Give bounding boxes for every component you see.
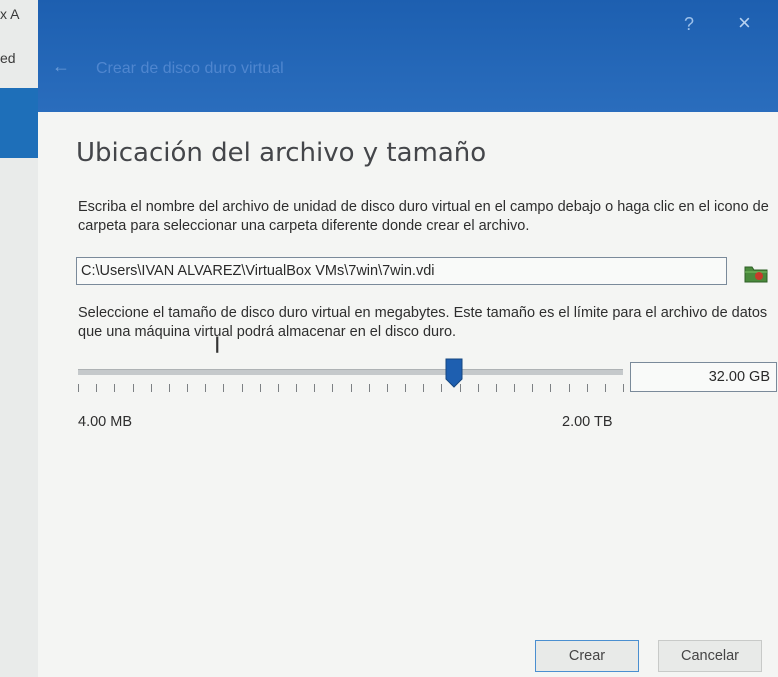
create-button[interactable]: Crear <box>535 640 639 672</box>
slider-tick <box>568 384 570 392</box>
slider-tick <box>187 384 188 392</box>
slider-tick <box>277 384 279 392</box>
slider-tick <box>132 384 134 392</box>
slider-tick <box>114 384 116 392</box>
page-title: Ubicación del archivo y tamaño <box>76 138 487 168</box>
slider-tick <box>368 384 370 392</box>
size-slider-ticks <box>78 384 624 396</box>
slider-tick <box>259 384 261 392</box>
file-path-input[interactable] <box>76 257 727 285</box>
slider-tick <box>296 384 297 392</box>
slider-tick <box>441 384 443 392</box>
background-window: x A ed <box>0 0 40 677</box>
slider-tick <box>150 384 152 392</box>
slider-tick <box>514 384 515 392</box>
slider-tick <box>604 384 606 392</box>
slider-tick <box>386 384 388 392</box>
create-virtual-disk-dialog: ← Crear de disco duro virtual ? × Ubicac… <box>38 0 778 677</box>
location-instructions: Escriba el nombre del archivo de unidad … <box>78 199 769 234</box>
slider-tick <box>314 384 316 392</box>
size-value-field[interactable]: 32.00 GB <box>630 362 777 392</box>
slider-tick <box>477 384 479 392</box>
slider-tick <box>332 384 334 392</box>
dialog-titlebar: ← Crear de disco duro virtual ? × <box>38 0 778 112</box>
help-button[interactable]: ? <box>684 14 694 35</box>
slider-tick <box>96 384 98 392</box>
slider-tick <box>405 384 406 392</box>
text-cursor-icon: Ι <box>214 334 221 359</box>
slider-tick <box>550 384 552 392</box>
slider-tick <box>423 384 425 392</box>
slider-tick <box>241 384 243 392</box>
slider-tick <box>586 384 588 392</box>
size-slider-track[interactable] <box>78 369 623 375</box>
close-button[interactable]: × <box>738 10 751 36</box>
size-instructions: Seleccione el tamaño de disco duro virtu… <box>78 305 768 340</box>
background-text-1: x A <box>0 6 20 22</box>
slider-tick <box>350 384 352 392</box>
slider-tick <box>78 384 79 392</box>
slider-tick <box>623 384 624 392</box>
background-text-2: ed <box>0 50 16 66</box>
slider-max-label: 2.00 TB <box>562 414 613 430</box>
back-arrow-icon[interactable]: ← <box>52 56 70 77</box>
slider-tick <box>205 384 207 392</box>
slider-tick <box>532 384 534 392</box>
slider-tick <box>168 384 170 392</box>
size-slider-handle[interactable] <box>444 357 464 389</box>
slider-min-label: 4.00 MB <box>78 414 132 430</box>
folder-icon[interactable] <box>743 262 769 284</box>
cancel-button[interactable]: Cancelar <box>658 640 762 672</box>
background-window-selection <box>0 88 40 158</box>
slider-tick <box>223 384 225 392</box>
slider-tick <box>495 384 497 392</box>
dialog-title: Crear de disco duro virtual <box>96 60 284 77</box>
